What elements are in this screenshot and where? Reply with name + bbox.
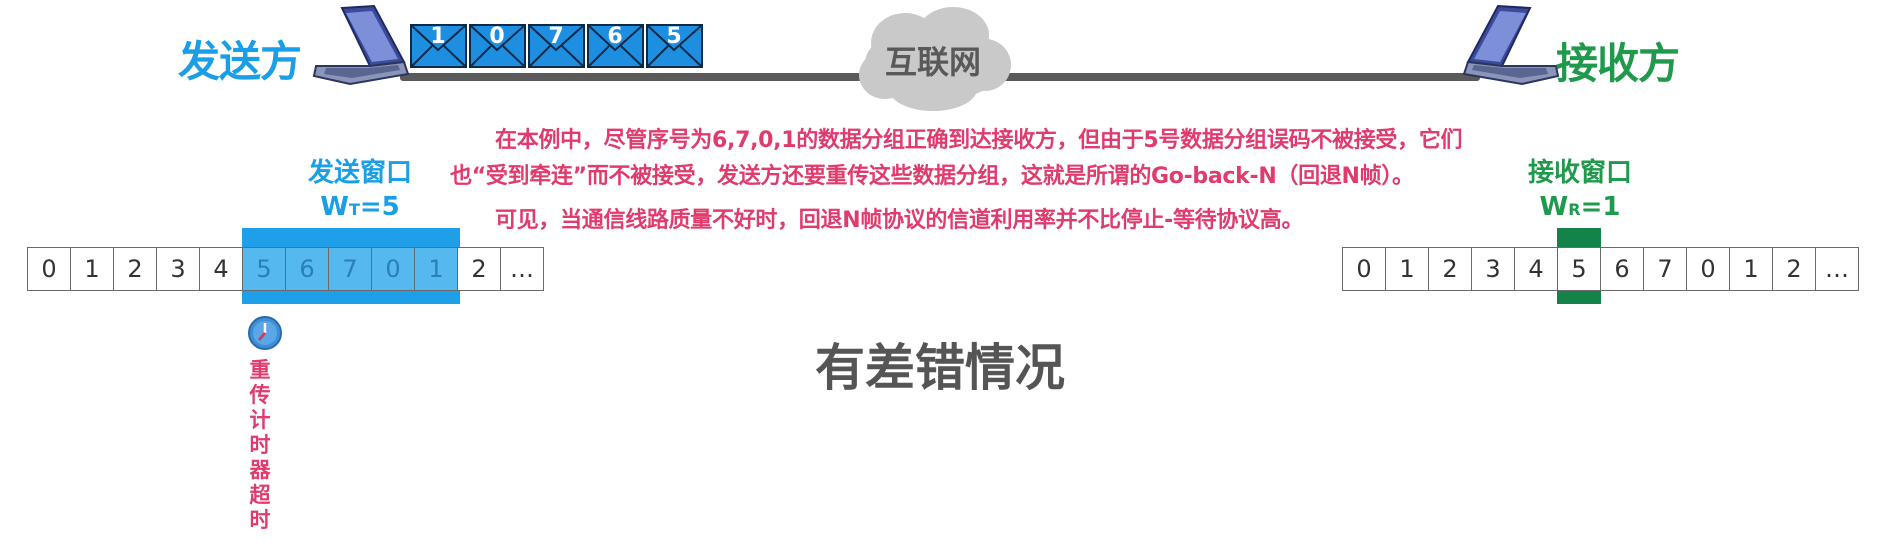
sequence-cell: 2 — [1428, 247, 1472, 291]
frame-number: 5 — [666, 24, 681, 49]
sequence-cell: 4 — [1514, 247, 1558, 291]
sender-label: 发送方 — [178, 37, 302, 86]
send-window-label: 发送窗口 — [307, 158, 412, 188]
send-window-title: 发送窗口 WT=5 — [280, 156, 440, 227]
timer-timeout-label: 重 传 计 时 器 超 时 — [249, 358, 271, 532]
frame-number: 1 — [430, 24, 445, 49]
explanation-line-3: 可见，当通信线路质量不好时，回退N帧协议的信道利用率并不比停止-等待协议高。 — [495, 208, 1304, 233]
sequence-cell: 3 — [156, 247, 200, 291]
frame-envelope: 7 — [528, 24, 585, 68]
sequence-cell-in-window: 7 — [328, 247, 372, 291]
send-window-size: WT=5 — [320, 192, 400, 222]
sequence-cell: 3 — [1471, 247, 1515, 291]
receiver-sequence-row: 0 1 2 3 4 5 6 7 0 1 2 … — [1342, 247, 1859, 291]
sequence-cell: 2 — [1772, 247, 1816, 291]
explanation-line-1: 在本例中，尽管序号为6,7,0,1的数据分组正确到达接收方，但由于5号数据分组误… — [495, 128, 1463, 153]
frame-envelope: 6 — [587, 24, 644, 68]
receive-window-title: 接收窗口 WR=1 — [1500, 156, 1660, 227]
sequence-cell: 2 — [457, 247, 501, 291]
sequence-cell: 0 — [1342, 247, 1386, 291]
receive-window-size: WR=1 — [1539, 192, 1621, 222]
sequence-cell-in-window: 1 — [414, 247, 458, 291]
receiver-laptop-icon — [1462, 4, 1560, 86]
timer-clock-icon — [248, 316, 282, 350]
frame-envelope: 1 — [410, 24, 467, 68]
sequence-cell-ellipsis: … — [500, 247, 544, 291]
in-transit-frames: 1 0 7 6 5 — [410, 24, 705, 68]
frame-envelope: 0 — [469, 24, 526, 68]
sequence-cell: 1 — [1729, 247, 1773, 291]
sender-sequence-row: 0 1 2 3 4 5 6 7 0 1 2 … — [27, 247, 544, 291]
frame-number: 7 — [548, 24, 563, 49]
sequence-cell-in-window: 5 — [242, 247, 286, 291]
internet-label: 互联网 — [884, 43, 981, 81]
sequence-cell: 0 — [1686, 247, 1730, 291]
sequence-cell: 4 — [199, 247, 243, 291]
sequence-cell: 6 — [1600, 247, 1644, 291]
sequence-cell-in-window: 0 — [371, 247, 415, 291]
sequence-cell-in-window: 5 — [1557, 247, 1601, 291]
case-title: 有差错情况 — [815, 339, 1065, 397]
explanation-line-2: 也“受到牵连”而不被接受，发送方还要重传这些数据分组，这就是所谓的Go-back… — [450, 164, 1414, 189]
sequence-cell: 0 — [27, 247, 71, 291]
sequence-cell: 2 — [113, 247, 157, 291]
sequence-cell-ellipsis: … — [1815, 247, 1859, 291]
sequence-cell: 7 — [1643, 247, 1687, 291]
frame-number: 0 — [489, 24, 504, 49]
sequence-cell: 1 — [1385, 247, 1429, 291]
frame-envelope: 5 — [646, 24, 703, 68]
receiver-label: 接收方 — [1556, 39, 1680, 88]
receive-window-label: 接收窗口 — [1527, 158, 1632, 188]
frame-number: 6 — [607, 24, 622, 49]
sender-laptop-icon — [312, 4, 410, 86]
sequence-cell-in-window: 6 — [285, 247, 329, 291]
sequence-cell: 1 — [70, 247, 114, 291]
